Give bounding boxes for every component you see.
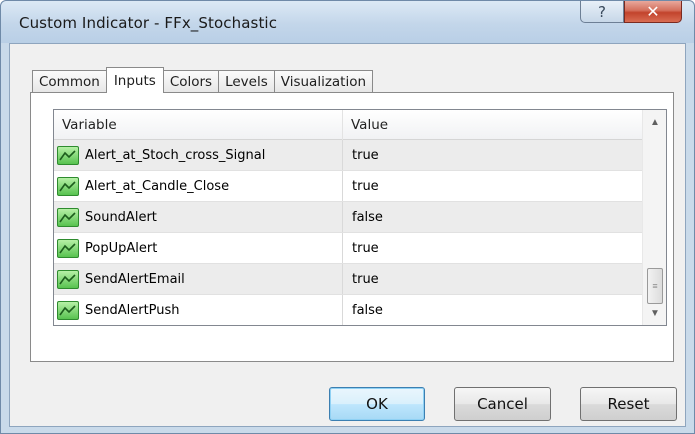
- ok-button[interactable]: OK: [329, 387, 425, 421]
- cancel-button[interactable]: Cancel: [454, 387, 551, 421]
- inputs-grid: Variable Value Alert_at_Stoch_cross_Sign…: [53, 109, 667, 326]
- variable-cell: Alert_at_Candle_Close: [54, 171, 343, 201]
- variable-cell: SoundAlert: [54, 202, 343, 232]
- variable-name: SoundAlert: [85, 209, 157, 225]
- column-header-value[interactable]: Value: [343, 110, 642, 140]
- tab-colors[interactable]: Colors: [162, 70, 220, 92]
- scroll-down-arrow-icon[interactable]: ▼: [643, 303, 666, 323]
- value-cell[interactable]: false: [343, 295, 642, 325]
- value-cell[interactable]: true: [343, 171, 642, 201]
- vertical-scrollbar[interactable]: ▲ ≡ ▼: [642, 110, 666, 325]
- help-button[interactable]: ?: [580, 1, 624, 23]
- tab-label: Visualization: [280, 73, 367, 90]
- scrollbar-thumb[interactable]: ≡: [647, 268, 663, 304]
- tab-strip: Common Inputs Colors Levels Visualizatio…: [32, 67, 374, 93]
- table-row[interactable]: SendAlertPush false: [54, 295, 642, 325]
- tab-common[interactable]: Common: [32, 70, 107, 92]
- variable-name: Alert_at_Stoch_cross_Signal: [85, 147, 266, 163]
- tab-label: Levels: [225, 73, 268, 90]
- value-cell[interactable]: true: [343, 264, 642, 294]
- variable-name: SendAlertPush: [85, 302, 180, 318]
- table-row[interactable]: SendAlertEmail true: [54, 264, 642, 295]
- dialog-client-area: Common Inputs Colors Levels Visualizatio…: [9, 43, 686, 427]
- tab-inputs[interactable]: Inputs: [105, 67, 164, 93]
- table-row[interactable]: SoundAlert false: [54, 202, 642, 233]
- variable-cell: Alert_at_Stoch_cross_Signal: [54, 140, 343, 170]
- tab-label: Colors: [169, 73, 213, 90]
- column-header-variable[interactable]: Variable: [54, 110, 343, 140]
- window-title: Custom Indicator - FFx_Stochastic: [19, 14, 278, 32]
- indicator-param-icon: [57, 207, 79, 227]
- table-row[interactable]: PopUpAlert true: [54, 233, 642, 264]
- indicator-param-icon: [57, 238, 79, 258]
- close-button[interactable]: ✕: [624, 1, 682, 23]
- value-cell[interactable]: true: [343, 233, 642, 263]
- grid-header: Variable Value: [54, 110, 642, 140]
- indicator-param-icon: [57, 300, 79, 320]
- variable-cell: SendAlertEmail: [54, 264, 343, 294]
- grid-rows: Alert_at_Stoch_cross_Signal true Alert_a…: [54, 140, 642, 325]
- scroll-up-arrow-icon[interactable]: ▲: [643, 112, 666, 132]
- variable-name: PopUpAlert: [85, 240, 158, 256]
- dialog-window: Custom Indicator - FFx_Stochastic ? ✕ Co…: [0, 0, 695, 434]
- title-bar[interactable]: Custom Indicator - FFx_Stochastic ? ✕: [1, 1, 694, 43]
- indicator-param-icon: [57, 176, 79, 196]
- inputs-tab-panel: Variable Value Alert_at_Stoch_cross_Sign…: [30, 92, 674, 362]
- indicator-param-icon: [57, 145, 79, 165]
- indicator-param-icon: [57, 269, 79, 289]
- tab-label: Inputs: [113, 72, 156, 89]
- tab-visualization[interactable]: Visualization: [273, 70, 374, 92]
- table-row[interactable]: Alert_at_Stoch_cross_Signal true: [54, 140, 642, 171]
- variable-cell: SendAlertPush: [54, 295, 343, 325]
- help-icon: ?: [598, 2, 606, 21]
- variable-name: Alert_at_Candle_Close: [85, 178, 230, 194]
- table-row[interactable]: Alert_at_Candle_Close true: [54, 171, 642, 202]
- close-icon: ✕: [646, 2, 660, 21]
- variable-cell: PopUpAlert: [54, 233, 343, 263]
- value-cell[interactable]: true: [343, 140, 642, 170]
- value-cell[interactable]: false: [343, 202, 642, 232]
- tab-levels[interactable]: Levels: [218, 70, 275, 92]
- tab-label: Common: [39, 73, 100, 90]
- reset-button[interactable]: Reset: [580, 387, 677, 421]
- variable-name: SendAlertEmail: [85, 271, 185, 287]
